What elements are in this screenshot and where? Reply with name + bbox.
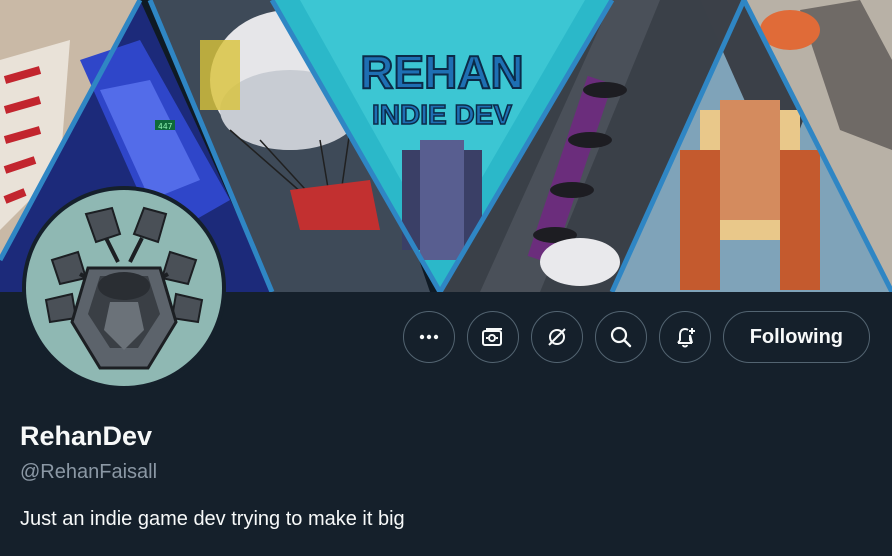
notify-button[interactable] bbox=[658, 311, 711, 363]
banner-title-line2: INDIE DEV bbox=[372, 99, 512, 130]
banner-title-line1: REHAN bbox=[360, 46, 524, 98]
profile-bio: Just an indie game dev trying to make it… bbox=[20, 508, 405, 530]
grok-icon bbox=[547, 328, 566, 346]
search-icon bbox=[610, 326, 631, 348]
grok-button[interactable] bbox=[530, 311, 583, 363]
bell-plus-icon bbox=[676, 327, 695, 348]
profile-handle: @RehanFaisall bbox=[20, 461, 158, 483]
profile-avatar[interactable] bbox=[22, 186, 226, 390]
more-button[interactable] bbox=[402, 311, 455, 363]
banner-tag: 447 bbox=[158, 122, 173, 131]
more-icon bbox=[419, 334, 438, 340]
profile-actions: Following bbox=[402, 310, 870, 364]
subscribe-button[interactable] bbox=[466, 311, 519, 363]
subscribe-icon bbox=[481, 328, 502, 346]
avatar-image bbox=[26, 190, 222, 386]
following-button[interactable]: Following bbox=[722, 311, 870, 363]
profile-display-name: RehanDev bbox=[20, 421, 153, 451]
search-button[interactable] bbox=[594, 311, 647, 363]
